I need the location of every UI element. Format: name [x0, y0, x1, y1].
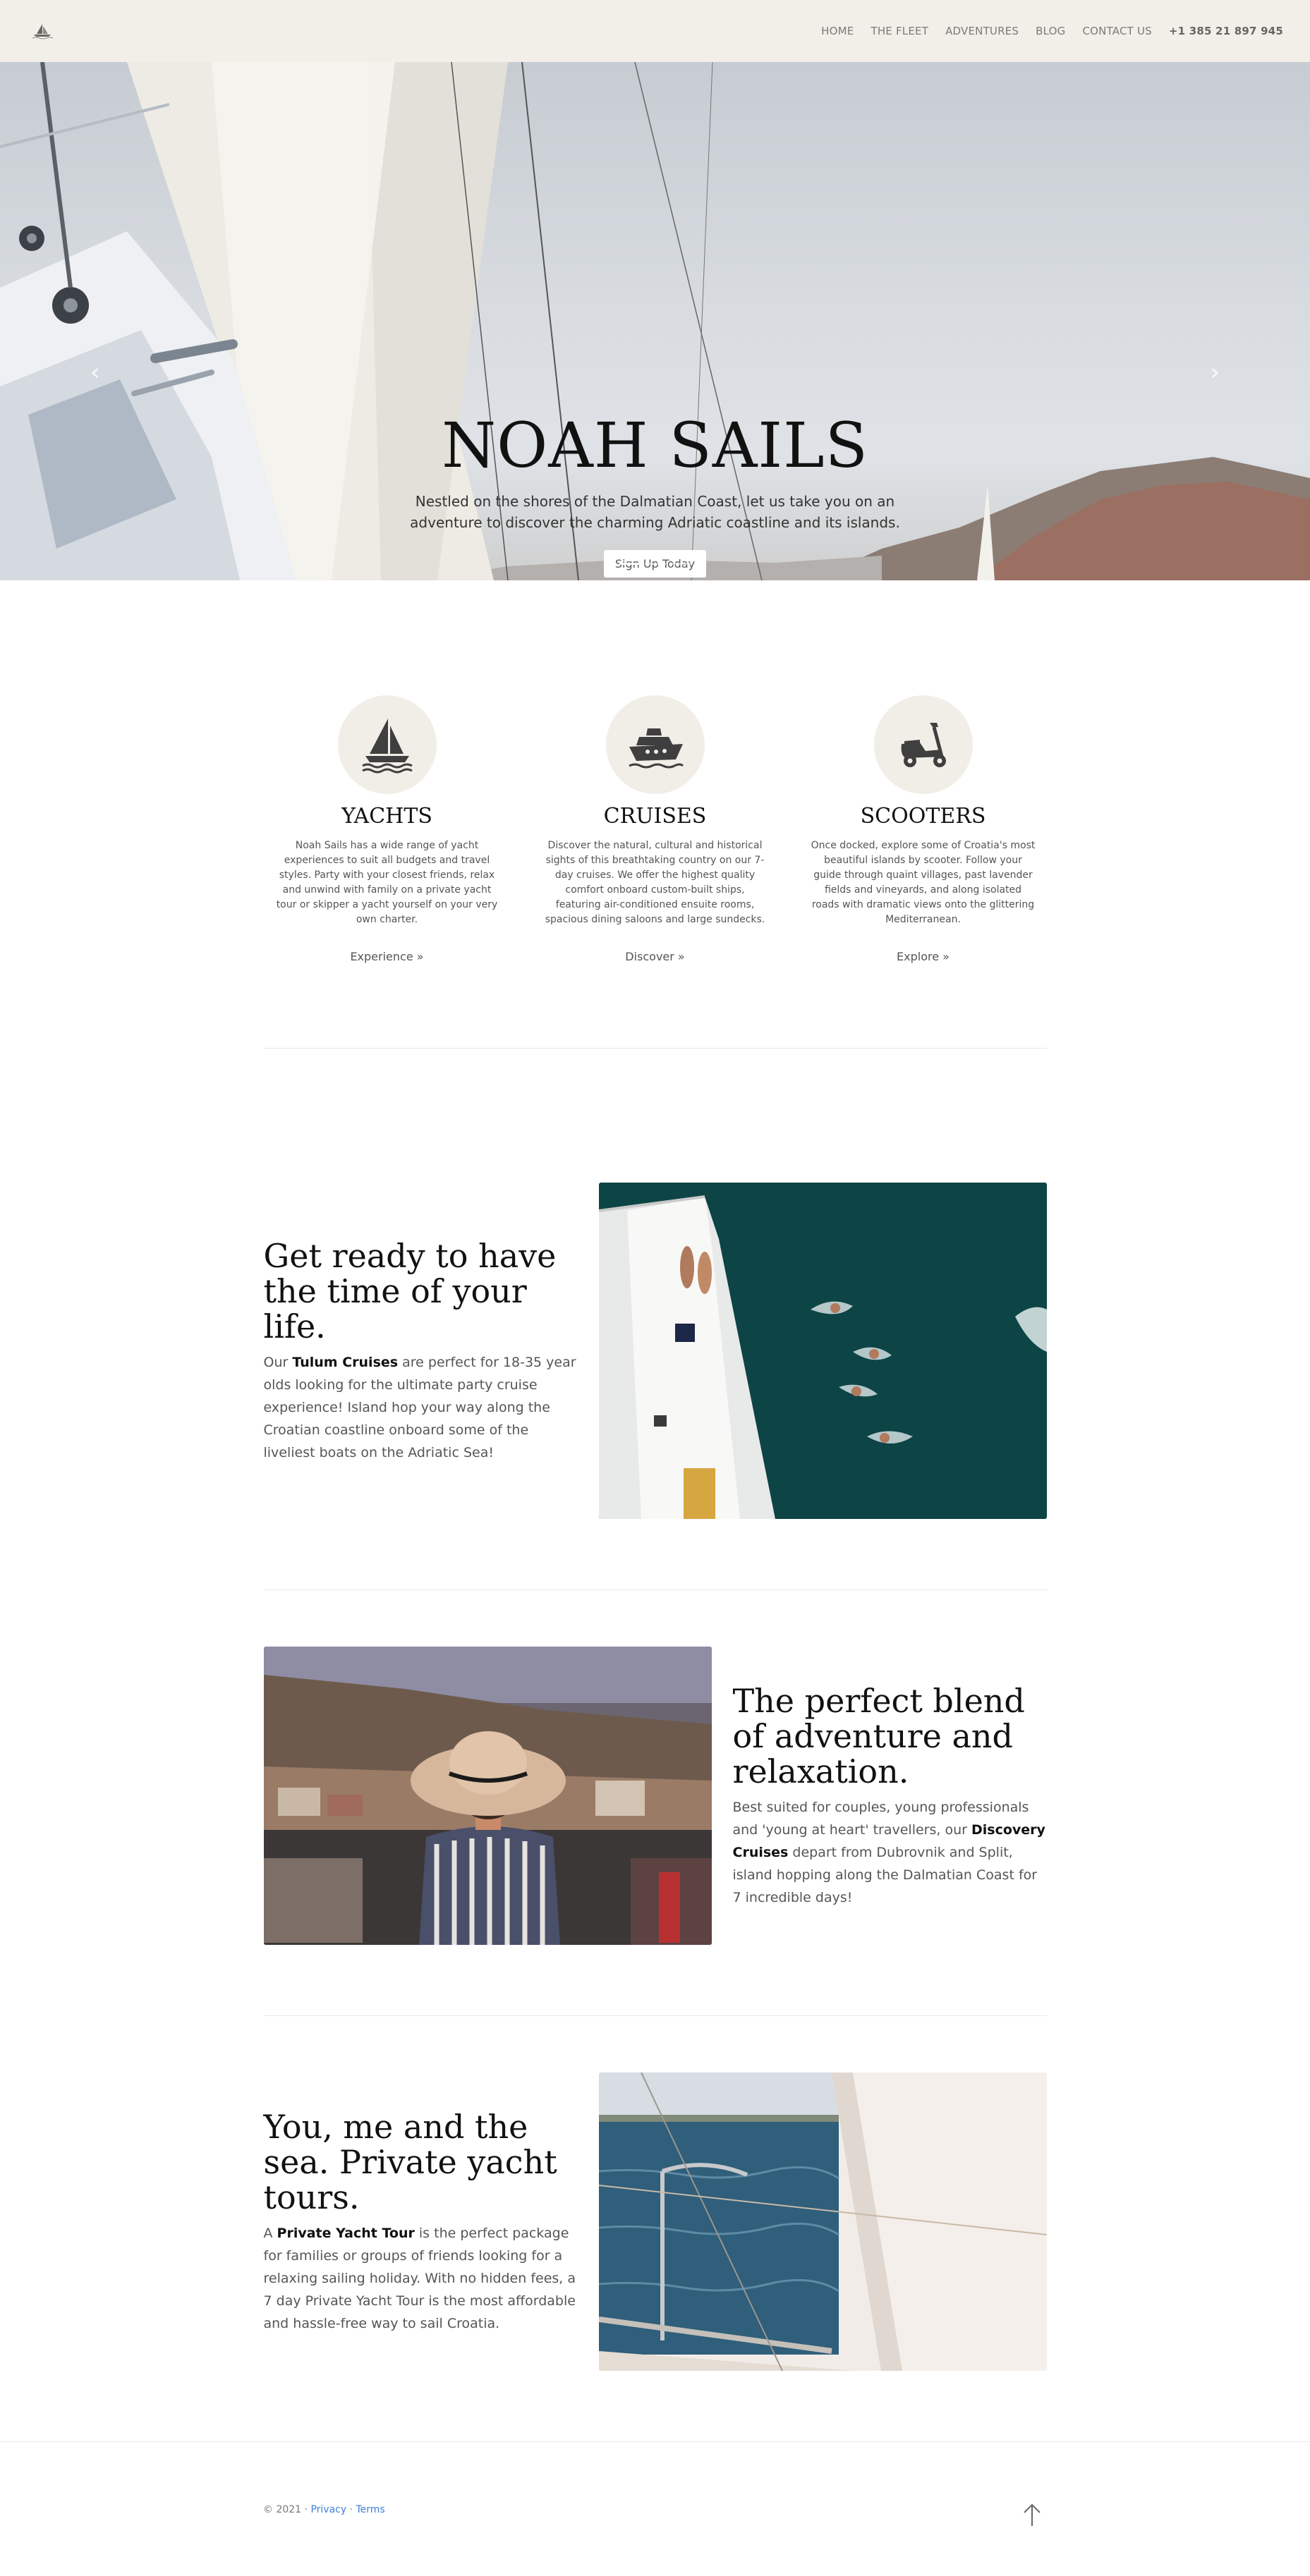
- nav-fleet-link[interactable]: THE FLEET: [871, 25, 928, 37]
- section-heading: The perfect blend of adventure and relax…: [732, 1681, 1025, 1790]
- feature-scooters: SCOOTERS Once docked, explore some of Cr…: [789, 695, 1057, 963]
- nav-home-link[interactable]: HOME: [821, 25, 854, 37]
- sailboat-icon: [337, 695, 437, 794]
- section-text: The perfect blend of adventure and relax…: [733, 1683, 1047, 1909]
- section-paragraph: A Private Yacht Tour is the perfect pack…: [264, 2222, 578, 2335]
- sailing-deck-image: [598, 2073, 1047, 2371]
- carousel-indicator[interactable]: [644, 563, 666, 565]
- section-heading: You, me and the sea. Private yacht tours…: [263, 2107, 557, 2216]
- arrow-up-icon[interactable]: [1021, 2503, 1043, 2529]
- paragraph-text: is the perfect package for families or g…: [263, 2225, 576, 2331]
- tulum-cruises-highlight: Tulum Cruises: [292, 1354, 399, 1370]
- paragraph-text: A: [263, 2225, 277, 2241]
- woman-sunhat-image: [263, 1647, 712, 1945]
- carousel-indicators: [619, 563, 691, 565]
- nav-contact-link[interactable]: CONTACT US: [1082, 25, 1151, 37]
- section-paragraph: Best suited for couples, young professio…: [733, 1796, 1047, 1909]
- hero-title: NOAH SAILS: [442, 409, 868, 482]
- section-divider: [263, 2015, 1047, 2016]
- carousel-indicator[interactable]: [669, 563, 691, 565]
- feature-text: Discover the natural, cultural and histo…: [545, 840, 765, 925]
- nav-links: HOME THE FLEET ADVENTURES BLOG CONTACT U…: [821, 0, 1283, 62]
- footer-separator: ·: [346, 2504, 356, 2515]
- hero-carousel: ‹ › NOAH SAILS Nestled on the shores of …: [0, 62, 1310, 580]
- nav-phone-link[interactable]: +1 385 21 897 945: [1169, 25, 1283, 37]
- discover-link[interactable]: Discover »: [625, 950, 684, 963]
- feature-text: Once docked, explore some of Croatia's m…: [811, 840, 1036, 925]
- carousel-prev-button[interactable]: ‹: [90, 358, 100, 386]
- terms-link[interactable]: Terms: [356, 2504, 385, 2515]
- carousel-indicator[interactable]: [619, 563, 641, 565]
- section-divider: [263, 1589, 1047, 1590]
- footer-legal: © 2021 · Privacy · Terms: [263, 2504, 385, 2515]
- section-text: Get ready to have the time of your life.…: [264, 1238, 578, 1464]
- paragraph-text: Our: [263, 1354, 293, 1370]
- feature-title: CRUISES: [603, 804, 707, 829]
- feature-cruises: CRUISES Discover the natural, cultural a…: [521, 695, 789, 963]
- hero-subtitle: Nestled on the shores of the Dalmatian C…: [410, 493, 900, 531]
- copyright-text: © 2021 ·: [263, 2504, 311, 2515]
- paragraph-text: are perfect for 18-35 year olds looking …: [263, 1354, 576, 1460]
- carousel-next-button[interactable]: ›: [1210, 358, 1220, 386]
- cruise-ship-icon: [605, 695, 705, 794]
- section-divider: [263, 1048, 1047, 1049]
- section-heading: Get ready to have the time of your life.: [263, 1236, 557, 1345]
- sailboat-logo-icon[interactable]: [28, 20, 56, 42]
- nav-adventures-link[interactable]: ADVENTURES: [945, 25, 1019, 37]
- section-text: You, me and the sea. Private yacht tours…: [264, 2109, 578, 2335]
- experience-link[interactable]: Experience »: [350, 950, 423, 963]
- feature-yachts: YACHTS Noah Sails has a wide range of ya…: [253, 695, 521, 963]
- features-row: YACHTS Noah Sails has a wide range of ya…: [0, 580, 1310, 963]
- private-yacht-tour-highlight: Private Yacht Tour: [277, 2225, 415, 2241]
- feature-title: SCOOTERS: [860, 804, 986, 829]
- nav-blog-link[interactable]: BLOG: [1036, 25, 1065, 37]
- feature-title: YACHTS: [341, 804, 432, 829]
- footer: © 2021 · Privacy · Terms: [0, 2441, 1310, 2554]
- private-yacht-section: You, me and the sea. Private yacht tours…: [264, 2073, 1047, 2371]
- privacy-link[interactable]: Privacy: [310, 2504, 346, 2515]
- explore-link[interactable]: Explore »: [897, 950, 950, 963]
- yacht-aerial-image: [598, 1183, 1047, 1519]
- hero-content: NOAH SAILS Nestled on the shores of the …: [0, 415, 1310, 578]
- discovery-cruises-section: The perfect blend of adventure and relax…: [263, 1647, 1047, 1945]
- scooter-icon: [873, 695, 973, 794]
- tulum-cruises-section: Get ready to have the time of your life.…: [264, 1183, 1047, 1519]
- section-paragraph: Our Tulum Cruises are perfect for 18-35 …: [264, 1351, 578, 1464]
- top-navbar: HOME THE FLEET ADVENTURES BLOG CONTACT U…: [0, 0, 1310, 62]
- feature-text: Noah Sails has a wide range of yacht exp…: [276, 840, 498, 925]
